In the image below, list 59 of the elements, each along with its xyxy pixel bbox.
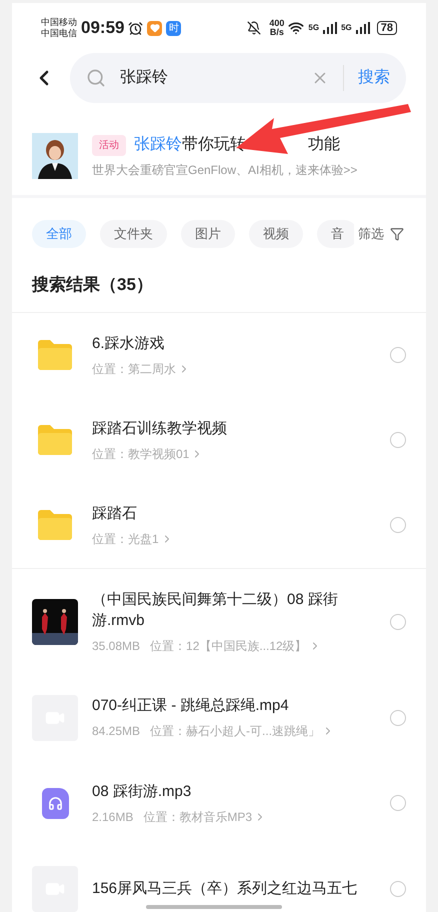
folder-icon xyxy=(36,424,74,456)
select-radio[interactable] xyxy=(390,710,406,726)
results-heading: 搜索结果（35） xyxy=(12,272,426,312)
banner-highlight: 张踩铃 xyxy=(134,134,182,155)
file-name: （中国民族民间舞第十二级）08 踩街游.rmvb xyxy=(92,590,339,630)
speed-unit: B/s xyxy=(270,28,284,37)
file-row[interactable]: 070-纠正课 - 跳绳总踩绳.mp4 84.25MB 位置：赫石小超人-可...速跳绳」 xyxy=(12,674,426,760)
banner-subtitle: 世界大会重磅官宣GenFlow、AI相机，速来体验>> xyxy=(92,162,358,179)
filter-chip[interactable]: 全部 xyxy=(32,220,86,248)
file-name: 08 踩街游.mp3 xyxy=(92,782,192,802)
file-row[interactable]: 08 踩街游.mp3 2.16MB 位置：教材音乐MP3 xyxy=(12,760,426,846)
filter-button[interactable]: 筛选 xyxy=(358,224,404,244)
select-radio[interactable] xyxy=(390,795,406,811)
banner-title: 功能 xyxy=(308,134,340,155)
mute-icon xyxy=(247,21,262,35)
filter-chip[interactable]: 视频 xyxy=(249,220,303,248)
folder-icon xyxy=(36,509,74,541)
file-size: 35.08MB xyxy=(92,638,140,654)
filter-chip[interactable]: 图片 xyxy=(181,220,235,248)
folder-icon xyxy=(36,339,74,371)
file-row[interactable]: 踩踏石训练教学视频 位置：教学视频01 xyxy=(12,398,426,482)
filter-chip[interactable]: 音 xyxy=(317,220,354,248)
filter-chip[interactable]: 文件夹 xyxy=(100,220,167,248)
wifi-icon xyxy=(288,20,304,36)
file-name: 踩踏石训练教学视频 xyxy=(92,418,228,438)
select-radio[interactable] xyxy=(390,432,406,448)
battery-level: 78 xyxy=(376,21,397,35)
file-name: 070-纠正课 - 跳绳总踩绳.mp4 xyxy=(92,696,290,716)
network-speed: 400 xyxy=(269,19,284,28)
alarm-icon xyxy=(128,20,144,36)
search-value: 张踩铃 xyxy=(120,68,169,88)
carrier-name: 中国移动 xyxy=(41,17,77,28)
search-field[interactable]: 张踩铃 搜索 xyxy=(70,53,406,103)
app-badge: 时 xyxy=(166,20,182,36)
home-indicator[interactable] xyxy=(146,905,282,909)
carrier-name: 中国电信 xyxy=(41,28,77,39)
app-icon xyxy=(147,20,162,36)
search-button[interactable]: 搜索 xyxy=(358,66,390,90)
file-row[interactable]: （中国民族民间舞第十二级）08 踩街游.rmvb 35.08MB 位置：12【中国民族...12级】 xyxy=(12,568,426,674)
select-radio[interactable] xyxy=(390,347,406,363)
file-name: 踩踏石 xyxy=(92,504,138,524)
select-radio[interactable] xyxy=(390,614,406,630)
filter-icon xyxy=(390,227,404,241)
search-icon xyxy=(86,68,106,88)
file-size: 2.16MB xyxy=(92,808,134,826)
select-radio[interactable] xyxy=(390,880,406,896)
signal-icon xyxy=(356,22,370,34)
signal-icon xyxy=(323,22,338,34)
select-radio[interactable] xyxy=(390,517,406,533)
file-size: 84.25MB xyxy=(92,723,140,740)
file-row[interactable]: 踩踏石 位置：光盘1 xyxy=(12,482,426,568)
event-tag: 活动 xyxy=(92,134,126,156)
file-name: 6.踩水游戏 xyxy=(92,334,166,354)
audio-file-icon xyxy=(42,788,68,818)
status-time: 09:59 xyxy=(81,17,124,40)
network-type: 5G xyxy=(341,22,352,34)
network-type: 5G xyxy=(308,22,320,34)
file-row[interactable]: 6.踩水游戏 位置：第二周水 xyxy=(12,312,426,398)
file-name: 156屏风马三兵（卒）系列之红边马五七 xyxy=(92,879,358,899)
